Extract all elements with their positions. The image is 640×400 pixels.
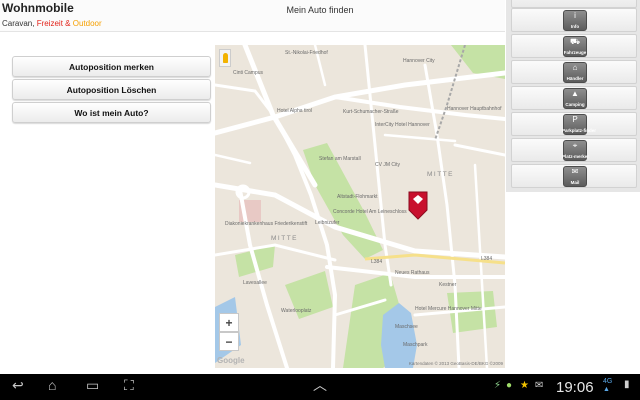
map-label: InterCity Hotel Hannover xyxy=(375,122,430,128)
map-label: St.-Nikolai-Friedhof xyxy=(285,50,328,56)
delete-position-button[interactable]: Autoposition Löschen xyxy=(12,79,211,100)
app-header: Wohnmobile Caravan, Freizeit & Outdoor xyxy=(0,0,505,32)
map-label: Diakoniekrankenhaus Friederikenstift xyxy=(225,221,308,227)
map-label: Neues Rathaus xyxy=(395,270,430,276)
map-label: Hannover Hauptbahnhof xyxy=(447,106,502,112)
map-district-label: MITTE xyxy=(427,171,454,178)
map-label: Maschsee xyxy=(395,324,418,330)
map-label: Lavesallee xyxy=(243,280,267,286)
menu-item-info[interactable]: i Info xyxy=(511,8,637,32)
network-type-label: 4G xyxy=(603,378,613,385)
menu-item-vehicles[interactable]: ⛟ Fahrzeuge xyxy=(511,34,637,58)
bookmark-icon: ⌖ Platz-merker xyxy=(562,140,590,161)
map-label: Hannover City xyxy=(403,58,435,64)
map-label: CV JM City xyxy=(375,162,400,168)
menu-item-mail[interactable]: ✉ Mail xyxy=(511,164,637,188)
recent-apps-icon[interactable]: ▭ xyxy=(86,378,99,392)
google-logo: Google xyxy=(217,356,245,365)
up-chevron-icon[interactable]: ︿ xyxy=(313,378,327,392)
save-position-button[interactable]: Autoposition merken xyxy=(12,56,211,77)
menu-item-bookmark[interactable]: ⌖ Platz-merker xyxy=(511,138,637,162)
mail-icon: ✉ Mail xyxy=(563,166,587,187)
map-label: Maschpark xyxy=(403,342,428,348)
status-clock: 19:06 xyxy=(556,379,594,396)
menu-item-label: Händler xyxy=(566,75,584,81)
dealer-icon: ⌂ Händler xyxy=(563,62,587,83)
map-label: Kurt-Schumacher-Straße xyxy=(343,109,399,115)
map-canvas xyxy=(215,45,505,368)
android-icon: ● xyxy=(506,380,513,391)
side-menu: i Info ⛟ Fahrzeuge ⌂ Händler ▲ Camping P… xyxy=(506,0,640,192)
brand-sub-caravan: Caravan, xyxy=(2,19,35,28)
map-label: Waterlooplatz xyxy=(281,308,312,314)
back-icon[interactable]: ↩ xyxy=(12,378,24,392)
zoom-in-button[interactable]: + xyxy=(219,313,239,332)
find-car-button[interactable]: Wo ist mein Auto? xyxy=(12,102,211,123)
battery-icon: ▮ xyxy=(624,379,630,390)
map-label: Hotel Alpha tirol xyxy=(277,108,313,114)
menu-item-label: Fahrzeuge xyxy=(563,49,587,55)
map-label: Altstadt-Flohmarkt xyxy=(337,194,378,200)
home-icon[interactable]: ⌂ xyxy=(48,378,56,392)
mail-notification-icon: ✉ xyxy=(535,380,544,391)
menu-item-parking[interactable]: P Parkplatz-finder xyxy=(511,112,637,136)
map-view[interactable]: St.-Nikolai-Friedhof Cinti Campus Hannov… xyxy=(215,45,505,368)
menu-item-label: Info xyxy=(570,23,580,29)
screenshot-icon[interactable]: ⛶ xyxy=(124,378,134,392)
signal-icon: ▲ xyxy=(603,386,610,393)
map-label: L384 xyxy=(371,259,383,265)
vehicles-icon: ⛟ Fahrzeuge xyxy=(563,36,587,57)
map-label: Stefan am Marstall xyxy=(319,156,361,162)
map-attribution[interactable]: Kartendaten © 2013 GeoBasis-DE/BKG ©2009 xyxy=(409,361,503,366)
map-label: Cinti Campus xyxy=(233,70,264,76)
info-icon: i Info xyxy=(563,10,587,31)
brand-sub-outdoor: Outdoor xyxy=(72,19,102,28)
map-district-label: MITTE xyxy=(271,235,298,242)
menu-item-label: Platz-merker xyxy=(562,153,590,159)
menu-item-label: Parkplatz-finder xyxy=(562,127,597,133)
menu-item-label: Mail xyxy=(570,179,580,185)
map-label: Hotel Mercure Hannover Mitte xyxy=(415,306,482,312)
map-label: Kestner xyxy=(439,282,457,288)
usb-icon: ⚡ xyxy=(494,380,502,391)
brand-subtitle: Caravan, Freizeit & Outdoor xyxy=(2,19,102,28)
parking-icon: P Parkplatz-finder xyxy=(562,114,597,135)
street-view-pegman-icon[interactable] xyxy=(219,49,231,67)
brand-title: Wohnmobile xyxy=(2,1,74,15)
zoom-out-button[interactable]: − xyxy=(219,332,239,351)
system-nav-bar: ↩ ⌂ ▭ ⛶ ︿ ⚡ ● ★ ✉ 19:06 4G ▲ ▮ xyxy=(0,374,640,400)
star-icon: ★ xyxy=(520,380,529,391)
menu-item-label: Camping xyxy=(565,101,585,107)
menu-item-dealer[interactable]: ⌂ Händler xyxy=(511,60,637,84)
map-label: Leibnizufer xyxy=(315,220,340,226)
camping-icon: ▲ Camping xyxy=(563,88,587,109)
map-label: L384 xyxy=(481,256,493,262)
brand-sub-freizeit: Freizeit & xyxy=(36,19,71,28)
map-label: Concorde Hotel Am Leineschloss xyxy=(333,209,407,215)
menu-item-top[interactable] xyxy=(511,0,637,8)
menu-item-camping[interactable]: ▲ Camping xyxy=(511,86,637,110)
